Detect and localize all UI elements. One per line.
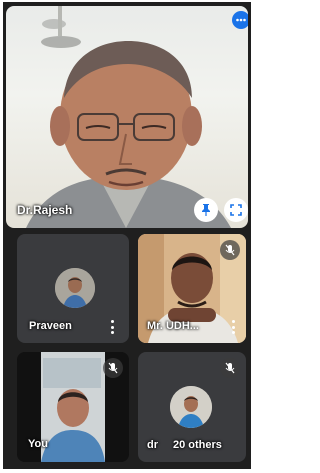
meeting-screen: Dr.Rajesh Praveen Mr. UDH... You dr 20 o… [3, 2, 251, 469]
avatar-photo [55, 268, 95, 308]
participant-tile-you[interactable]: You [17, 352, 129, 462]
participant-tile-praveen[interactable]: Praveen [17, 234, 129, 343]
fullscreen-button[interactable] [224, 198, 248, 222]
participant-name-main: Dr.Rajesh [17, 203, 73, 217]
avatar [55, 268, 95, 308]
mic-off-icon [225, 244, 235, 256]
participant-name: Mr. UDH... [147, 320, 199, 332]
mic-off-indicator [220, 358, 240, 378]
audio-level-indicator [232, 11, 248, 29]
pin-icon [202, 204, 210, 216]
others-count-label: 20 others [173, 439, 222, 451]
main-speaker-video [26, 6, 231, 228]
participant-name: dr [147, 439, 158, 451]
mic-off-indicator [103, 358, 123, 378]
mic-off-icon [225, 362, 235, 374]
avatar-photo [170, 386, 212, 428]
audio-level-icon [236, 18, 246, 22]
mic-off-indicator [220, 240, 240, 260]
participant-tile-others[interactable]: dr 20 others [138, 352, 246, 462]
mic-off-icon [108, 362, 118, 374]
participant-tile-udh[interactable]: Mr. UDH... [138, 234, 246, 343]
main-video-tile[interactable]: Dr.Rajesh [6, 6, 248, 228]
fullscreen-icon [230, 204, 242, 216]
more-options-button[interactable] [231, 320, 235, 334]
more-options-button[interactable] [110, 320, 114, 334]
participant-name: Praveen [29, 320, 72, 332]
avatar [170, 386, 212, 428]
pin-button[interactable] [194, 198, 218, 222]
more-vert-icon [110, 320, 114, 323]
participant-name: You [28, 438, 48, 450]
more-vert-icon [231, 320, 235, 323]
